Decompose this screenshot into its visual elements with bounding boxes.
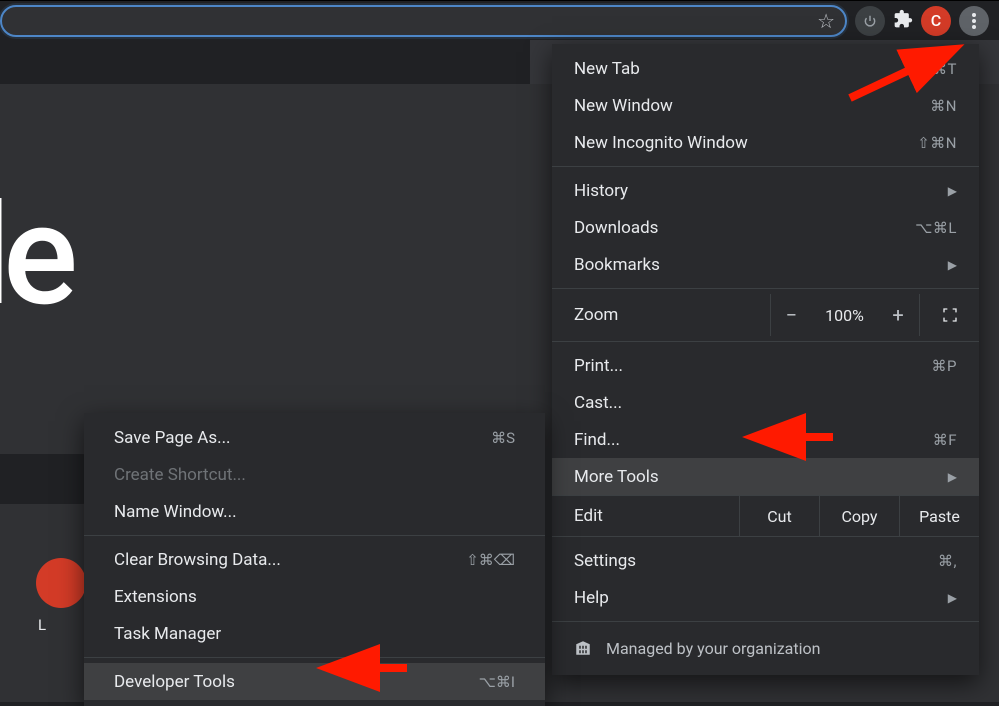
active-tab[interactable] bbox=[0, 40, 530, 84]
menu-find[interactable]: Find... ⌘F bbox=[552, 421, 979, 458]
label: History bbox=[574, 181, 628, 201]
label: Create Shortcut... bbox=[114, 465, 246, 485]
menu-print[interactable]: Print... ⌘P bbox=[552, 347, 979, 384]
chevron-right-icon: ▶ bbox=[948, 591, 957, 605]
zoom-value: 100% bbox=[812, 306, 877, 325]
shortcut: ⇧⌘N bbox=[917, 134, 957, 152]
menu-settings[interactable]: Settings ⌘, bbox=[552, 542, 979, 579]
label: Edit bbox=[552, 496, 739, 536]
submenu-clear-browsing[interactable]: Clear Browsing Data... ⇧⌘⌫ bbox=[84, 541, 545, 578]
label: Name Window... bbox=[114, 502, 237, 522]
label: Print... bbox=[574, 356, 623, 376]
menu-bookmarks[interactable]: Bookmarks ▶ bbox=[552, 246, 979, 283]
chevron-right-icon: ▶ bbox=[948, 184, 957, 198]
separator bbox=[552, 341, 979, 342]
zoom-out-button[interactable]: − bbox=[770, 294, 812, 336]
label: Cast... bbox=[574, 393, 622, 413]
chrome-menu: New Tab ⌘T New Window ⌘N New Incognito W… bbox=[552, 44, 979, 675]
cut-button[interactable]: Cut bbox=[739, 496, 819, 536]
fullscreen-button[interactable] bbox=[919, 294, 979, 336]
shortcut: ⌥⌘I bbox=[479, 673, 515, 691]
label: Downloads bbox=[574, 218, 658, 238]
extensions-puzzle-icon[interactable] bbox=[893, 9, 913, 33]
menu-new-tab[interactable]: New Tab ⌘T bbox=[552, 50, 979, 87]
menu-history[interactable]: History ▶ bbox=[552, 172, 979, 209]
label: Find... bbox=[574, 430, 620, 450]
shortcut-tile[interactable] bbox=[36, 558, 86, 608]
shortcut: ⌘T bbox=[932, 60, 957, 78]
separator bbox=[552, 288, 979, 289]
label: New Incognito Window bbox=[574, 133, 748, 153]
label: Zoom bbox=[552, 305, 770, 325]
bookmark-star-icon[interactable]: ☆ bbox=[817, 9, 835, 33]
chevron-right-icon: ▶ bbox=[948, 470, 957, 484]
separator bbox=[552, 166, 979, 167]
menu-incognito[interactable]: New Incognito Window ⇧⌘N bbox=[552, 124, 979, 161]
submenu-create-shortcut: Create Shortcut... bbox=[84, 456, 545, 493]
label: Extensions bbox=[114, 587, 197, 607]
label: Bookmarks bbox=[574, 255, 660, 275]
label: Task Manager bbox=[114, 624, 221, 644]
label: Clear Browsing Data... bbox=[114, 550, 281, 570]
label: More Tools bbox=[574, 467, 659, 487]
menu-help[interactable]: Help ▶ bbox=[552, 579, 979, 616]
shortcut: ⌘, bbox=[938, 552, 957, 570]
more-tools-submenu: Save Page As... ⌘S Create Shortcut... Na… bbox=[84, 413, 545, 706]
shortcut: ⌘N bbox=[930, 97, 957, 115]
separator bbox=[84, 657, 545, 658]
shortcut: ⌘F bbox=[933, 431, 957, 449]
more-menu-button[interactable] bbox=[959, 6, 989, 36]
menu-more-tools[interactable]: More Tools ▶ bbox=[552, 458, 979, 495]
copy-button[interactable]: Copy bbox=[819, 496, 899, 536]
submenu-extensions[interactable]: Extensions bbox=[84, 578, 545, 615]
separator bbox=[84, 535, 545, 536]
label: New Window bbox=[574, 96, 673, 116]
label: Help bbox=[574, 588, 609, 608]
menu-managed[interactable]: Managed by your organization bbox=[552, 627, 979, 669]
label: Managed by your organization bbox=[606, 639, 820, 658]
label: Developer Tools bbox=[114, 672, 235, 692]
separator bbox=[552, 621, 979, 622]
zoom-in-button[interactable]: + bbox=[877, 294, 919, 336]
browser-toolbar: ☆ C bbox=[0, 0, 999, 40]
paste-button[interactable]: Paste bbox=[899, 496, 979, 536]
menu-downloads[interactable]: Downloads ⌥⌘L bbox=[552, 209, 979, 246]
google-logo: gle bbox=[0, 174, 70, 338]
address-bar[interactable]: ☆ bbox=[0, 5, 847, 37]
profile-avatar[interactable]: C bbox=[921, 6, 951, 36]
menu-zoom: Zoom − 100% + bbox=[552, 294, 979, 336]
submenu-save-page[interactable]: Save Page As... ⌘S bbox=[84, 419, 545, 456]
submenu-name-window[interactable]: Name Window... bbox=[84, 493, 545, 530]
label: New Tab bbox=[574, 59, 640, 79]
label: Save Page As... bbox=[114, 428, 231, 448]
chevron-right-icon: ▶ bbox=[948, 258, 957, 272]
label: Settings bbox=[574, 551, 636, 571]
menu-cast[interactable]: Cast... bbox=[552, 384, 979, 421]
submenu-developer-tools[interactable]: Developer Tools ⌥⌘I bbox=[84, 663, 545, 700]
shortcut: ⌘S bbox=[491, 429, 515, 447]
menu-edit-row: Edit Cut Copy Paste bbox=[552, 495, 979, 537]
menu-new-window[interactable]: New Window ⌘N bbox=[552, 87, 979, 124]
shortcut: ⌘P bbox=[932, 357, 957, 375]
building-icon bbox=[574, 639, 592, 657]
shortcut: ⌥⌘L bbox=[915, 219, 957, 237]
shortcut-label: L bbox=[38, 616, 46, 634]
submenu-task-manager[interactable]: Task Manager bbox=[84, 615, 545, 652]
shortcut: ⇧⌘⌫ bbox=[466, 551, 515, 569]
power-icon[interactable] bbox=[855, 6, 885, 36]
